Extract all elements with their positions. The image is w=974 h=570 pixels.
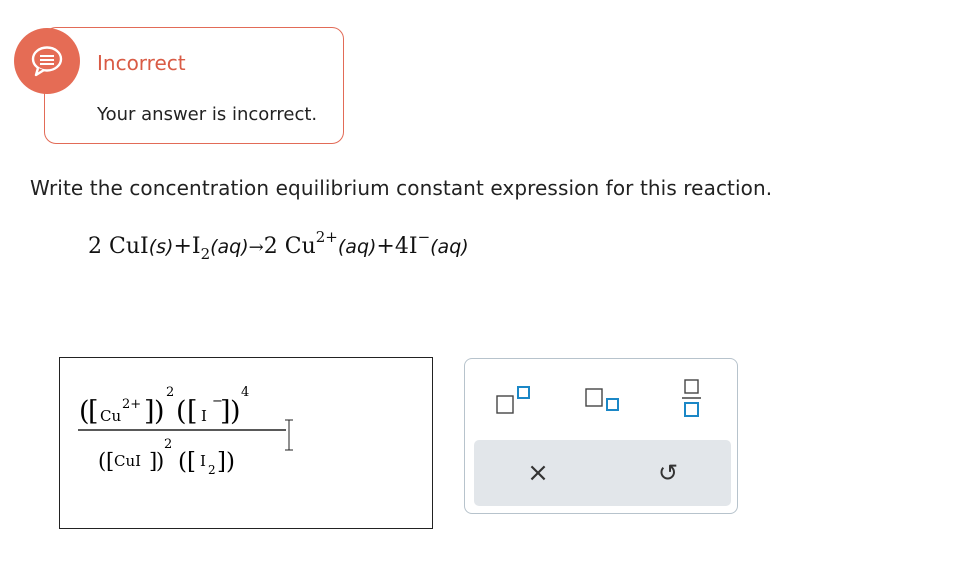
numerator-bracket-right: ] bbox=[144, 396, 155, 427]
denominator-bracket-left: [ bbox=[187, 449, 196, 475]
reactant-1-coefficient: 2 bbox=[88, 234, 102, 259]
plus-sign: + bbox=[173, 234, 192, 259]
numerator-term2-exponent: 4 bbox=[241, 385, 249, 400]
numerator-bracket-right: ] bbox=[220, 396, 231, 427]
question-prompt: Write the concentration equilibrium cons… bbox=[30, 176, 773, 200]
denominator-open-paren: ( bbox=[98, 449, 106, 473]
reactant-1-phase: (s) bbox=[148, 236, 174, 258]
reaction-equation: 2 CuI(s)+I2(aq)→2 Cu2+(aq)+4I−(aq) bbox=[88, 228, 469, 268]
reactant-1-species: CuI bbox=[109, 234, 149, 259]
toolbar-actions: × ↺ bbox=[474, 440, 731, 506]
numerator-term1-charge: 2+ bbox=[122, 397, 141, 412]
superscript-button[interactable] bbox=[493, 383, 539, 419]
numerator-term2-species: I bbox=[201, 407, 207, 425]
reactant-2-species: I bbox=[191, 234, 201, 259]
reaction-arrow: → bbox=[248, 237, 264, 258]
denominator-bracket-right: ] bbox=[217, 449, 226, 475]
reactant-2-subscript: 2 bbox=[200, 245, 211, 263]
numerator-term1-exponent: 2 bbox=[166, 385, 174, 400]
numerator-close-paren: ) bbox=[230, 396, 241, 427]
undo-button[interactable]: ↺ bbox=[650, 455, 686, 491]
fraction-button[interactable] bbox=[677, 377, 707, 421]
product-1-phase: (aq) bbox=[337, 236, 377, 258]
speech-bubble-alert-icon bbox=[14, 28, 80, 94]
denominator-term1-species: CuI bbox=[114, 452, 141, 470]
answer-input-box[interactable]: ( [ Cu 2+ ] ) 2 ( [ I − ] ) 4 ( [ CuI ] … bbox=[59, 357, 433, 529]
numerator-open-paren: ( bbox=[176, 396, 187, 427]
plus-sign: + bbox=[376, 234, 395, 259]
product-2-phase: (aq) bbox=[430, 236, 469, 258]
product-2-species: I bbox=[408, 234, 418, 259]
answer-expression: ( [ Cu 2+ ] ) 2 ( [ I − ] ) 4 ( [ CuI ] … bbox=[78, 385, 293, 477]
product-2-coefficient: 4 bbox=[394, 234, 409, 259]
denominator-close-paren: ) bbox=[156, 449, 164, 473]
clear-button[interactable]: × bbox=[520, 455, 556, 491]
product-2-charge: − bbox=[417, 228, 431, 246]
product-1-species: Cu bbox=[284, 234, 316, 259]
close-icon: × bbox=[527, 458, 549, 488]
denominator-term1-exponent: 2 bbox=[164, 437, 172, 452]
denominator-term2-species: I bbox=[200, 452, 206, 470]
feedback-card: Incorrect Your answer is incorrect. bbox=[44, 27, 344, 144]
reactant-2-phase: (aq) bbox=[210, 236, 249, 258]
numerator-close-paren: ) bbox=[154, 396, 165, 427]
denominator-bracket-left: [ bbox=[106, 449, 114, 473]
numerator-bracket-left: [ bbox=[187, 396, 198, 427]
numerator-term1-species: Cu bbox=[100, 407, 121, 425]
feedback-message: Your answer is incorrect. bbox=[97, 104, 318, 125]
denominator-term2-subscript: 2 bbox=[208, 463, 216, 477]
subscript-button[interactable] bbox=[582, 383, 628, 419]
superscript-icon bbox=[496, 386, 530, 414]
product-1-charge: 2+ bbox=[315, 228, 338, 246]
numerator-bracket-left: [ bbox=[88, 396, 99, 427]
denominator-open-paren: ( bbox=[178, 449, 187, 475]
feedback-title: Incorrect bbox=[97, 51, 186, 75]
fraction-icon bbox=[682, 379, 701, 417]
denominator-close-paren: ) bbox=[226, 449, 235, 475]
math-toolbar: × ↺ bbox=[464, 358, 738, 514]
product-1-coefficient: 2 bbox=[263, 234, 278, 259]
undo-icon: ↺ bbox=[657, 459, 679, 487]
subscript-icon bbox=[585, 388, 619, 411]
